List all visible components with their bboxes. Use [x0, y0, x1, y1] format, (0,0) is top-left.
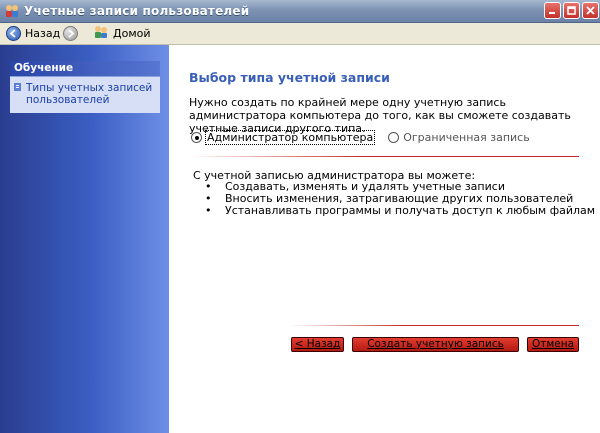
toolbar: Назад Домой — [0, 23, 600, 45]
account-types-link[interactable]: Типы учетных записей пользователей — [14, 82, 156, 106]
home-users-icon — [93, 24, 109, 43]
radio-limited[interactable]: Ограниченная запись — [388, 131, 530, 144]
bullet-icon: • — [205, 204, 212, 217]
title-bar: Учетные записи пользователей — [0, 0, 600, 23]
radio-limited-label[interactable]: Ограниченная запись — [403, 131, 529, 144]
learn-panel: Обучение Типы учетных записей пользовате… — [10, 61, 160, 113]
users-icon — [4, 3, 20, 19]
page-title: Выбор типа учетной записи — [189, 70, 390, 85]
back-arrow-icon — [6, 26, 21, 41]
maximize-icon — [567, 6, 576, 15]
back-nav-button[interactable]: Назад — [6, 25, 60, 42]
sidebar: Обучение Типы учетных записей пользовате… — [0, 45, 169, 433]
main-content: Выбор типа учетной записи Нужно создать … — [169, 45, 600, 433]
list-item: • Устанавливать программы и получать дост… — [205, 205, 595, 217]
admin-capabilities-list: • Создавать, изменять и удалять учетные з… — [205, 181, 595, 217]
divider — [189, 156, 579, 157]
radio-admin[interactable]: Администратор компьютера — [191, 130, 376, 145]
list-item-text: Устанавливать программы и получать досту… — [225, 204, 596, 217]
account-type-radio-group: Администратор компьютера Ограниченная за… — [191, 130, 544, 145]
panel-title: Обучение — [10, 61, 160, 77]
home-button[interactable]: Домой — [93, 25, 151, 42]
forward-arrow-icon — [63, 26, 78, 41]
back-nav-label: Назад — [25, 27, 61, 40]
radio-admin-circle[interactable] — [191, 132, 202, 143]
create-account-button[interactable]: Создать учетную запись — [352, 337, 519, 352]
close-button[interactable] — [582, 2, 599, 19]
intro-text: Нужно создать по крайней мере одну учетн… — [189, 96, 571, 135]
home-label: Домой — [113, 27, 151, 40]
forward-nav-button[interactable] — [63, 25, 78, 42]
create-account-button-label: Создать учетную запись — [367, 338, 504, 350]
close-icon — [586, 6, 595, 15]
maximize-button[interactable] — [563, 2, 580, 19]
divider — [289, 325, 579, 326]
radio-limited-circle[interactable] — [388, 132, 400, 143]
minimize-button[interactable] — [544, 2, 561, 19]
radio-admin-label[interactable]: Администратор компьютера — [204, 130, 376, 145]
cancel-button-label: Отмена — [531, 338, 575, 350]
account-types-link-label: Типы учетных записей пользователей — [26, 82, 153, 106]
back-button[interactable]: < Назад — [291, 337, 344, 352]
back-button-label: < Назад — [294, 338, 341, 350]
window-title: Учетные записи пользователей — [24, 4, 250, 18]
minimize-icon — [549, 12, 555, 14]
help-bullet-icon — [14, 82, 22, 95]
cancel-button[interactable]: Отмена — [527, 337, 579, 352]
